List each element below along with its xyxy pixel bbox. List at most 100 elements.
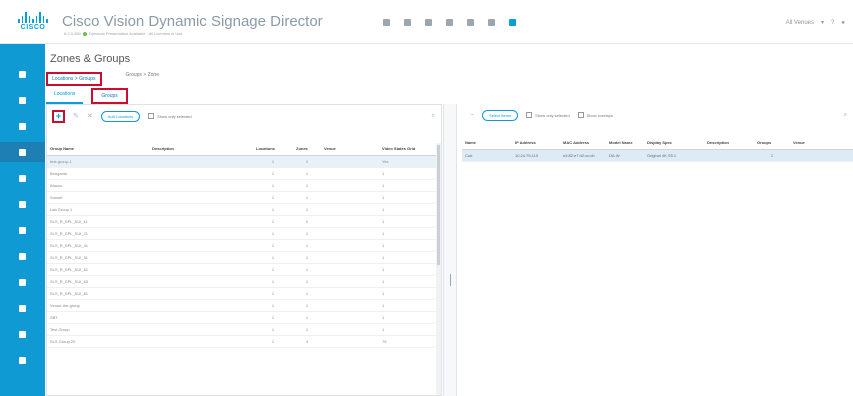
phone-icon bbox=[19, 278, 26, 286]
nav-item-eye[interactable] bbox=[0, 194, 45, 214]
nav-item-calendar[interactable] bbox=[0, 168, 45, 188]
col-locations[interactable]: Locations bbox=[253, 143, 293, 156]
tools-icon[interactable] bbox=[488, 19, 495, 26]
table-cell: 1 bbox=[379, 167, 441, 180]
col-description[interactable]: Description bbox=[149, 143, 253, 156]
search-icon[interactable]: ⌕ bbox=[432, 113, 435, 120]
col-mac-address[interactable]: MAC Address bbox=[560, 137, 606, 150]
table-row[interactable]: SLS_R_SPL_SUI_11 1 2 1 bbox=[47, 215, 441, 228]
col-description[interactable]: Description bbox=[704, 137, 754, 150]
table-cell: e4:82:e7:42:cc:cb bbox=[560, 149, 606, 162]
table-cell: 10.24.75.110 bbox=[512, 149, 560, 162]
table-cell: 1 bbox=[253, 311, 293, 324]
table-row[interactable]: Lab Group 1111 bbox=[47, 203, 441, 216]
col-model-name[interactable]: Model Name bbox=[606, 137, 644, 150]
breadcrumb-locations-groups[interactable]: Locations > Groups bbox=[46, 72, 102, 86]
drag-handle-icon[interactable] bbox=[450, 274, 451, 286]
checkbox-box[interactable] bbox=[526, 112, 533, 118]
col-venue[interactable]: Venue bbox=[321, 143, 379, 156]
table-row[interactable]: SLS Group 20 1 4 79 bbox=[47, 335, 441, 348]
col-name[interactable]: Name bbox=[462, 137, 512, 150]
table-cell: SLS_R_SPL_SUI_51 bbox=[47, 251, 149, 264]
table-cell: Wazoo bbox=[47, 179, 149, 192]
col-groups[interactable]: Groups bbox=[754, 137, 790, 150]
select-items-button[interactable]: Select Items bbox=[482, 109, 519, 121]
apps-icon[interactable] bbox=[446, 19, 453, 26]
add-locations-button[interactable]: Add Locations bbox=[100, 110, 141, 122]
col-video-states[interactable]: Video States Grid bbox=[379, 143, 441, 156]
version-text: 6.2.0-560 bbox=[64, 31, 81, 36]
user-icon[interactable]: ● bbox=[841, 20, 845, 26]
show-selected-checkbox-right[interactable]: Show only selected bbox=[526, 112, 570, 118]
panel-splitter[interactable] bbox=[443, 104, 457, 396]
nav-item-envelope[interactable] bbox=[0, 220, 45, 240]
table-row[interactable]: SLS_R_SPL_SUI_41 1 1 1 bbox=[47, 239, 441, 252]
table-cell bbox=[149, 155, 253, 168]
col-display-spec[interactable]: Display Spec bbox=[644, 137, 704, 150]
chart-icon[interactable] bbox=[467, 19, 474, 26]
table-row[interactable]: test-group-1 1 1 Yes bbox=[47, 155, 441, 168]
col-ip-address[interactable]: IP Address bbox=[512, 137, 560, 150]
table-cell bbox=[321, 191, 379, 204]
scrollbar-thumb[interactable] bbox=[437, 145, 440, 265]
breadcrumb-groups-zone[interactable]: Groups > Zone bbox=[126, 72, 160, 86]
cloud-icon[interactable] bbox=[404, 19, 411, 26]
nav-item-pin[interactable] bbox=[0, 64, 45, 84]
add-group-button[interactable]: + bbox=[52, 109, 65, 123]
table-cell: 1 bbox=[293, 239, 321, 252]
show-selected-checkbox[interactable]: Show only selected bbox=[148, 113, 192, 119]
settings-icon[interactable] bbox=[425, 19, 432, 26]
tab-locations[interactable]: Locations bbox=[46, 88, 84, 104]
table-row[interactable]: Test Group 1 1 1 bbox=[47, 323, 441, 336]
table-row[interactable]: Cub 10.24.75.110 e4:82:e7:42:cc:cb DA·W Orig… bbox=[462, 149, 853, 162]
col-zones[interactable]: Zones bbox=[293, 143, 321, 156]
table-row[interactable]: Wazoo 1 1 1 bbox=[47, 179, 441, 192]
checkbox-box[interactable] bbox=[148, 113, 155, 119]
nav-item-shield[interactable] bbox=[0, 116, 45, 136]
nav-item-phone[interactable] bbox=[0, 272, 45, 292]
cisco-logo: CISCO bbox=[17, 12, 49, 34]
help-icon[interactable]: ? bbox=[831, 20, 834, 26]
chevron-down-icon[interactable]: ▾ bbox=[821, 19, 824, 26]
nav-item-code[interactable] bbox=[0, 298, 45, 318]
nav-item-user[interactable] bbox=[0, 350, 45, 370]
app-subtitle: 6.2.0-560 Dynamic Presentation Available… bbox=[64, 31, 182, 36]
table-cell: 1 bbox=[379, 227, 441, 240]
search-icon[interactable]: ⌕ bbox=[844, 112, 847, 119]
delete-icon[interactable]: ✕ bbox=[87, 112, 93, 120]
show-overlaps-checkbox[interactable]: Show overlaps bbox=[577, 112, 613, 118]
table-row[interactable]: Venue-the-group 1 1 1 bbox=[47, 299, 441, 312]
zones-icon bbox=[19, 148, 26, 156]
book-icon[interactable] bbox=[509, 19, 516, 26]
table-row[interactable]: SLS_R_SPL_SUI_63 1 1 1 bbox=[47, 275, 441, 288]
table-cell bbox=[149, 287, 253, 300]
table-cell: 1 bbox=[293, 167, 321, 180]
table-row[interactable]: Bongania 1 1 1 bbox=[47, 167, 441, 180]
table-row[interactable]: SLS_R_SPL_SUI_61 1 1 1 bbox=[47, 263, 441, 276]
table-cell: Sunset bbox=[47, 191, 149, 204]
table-row[interactable]: SLS_R_SPL_SUI_51 1 1 1 bbox=[47, 251, 441, 264]
table-cell: 1 bbox=[754, 149, 790, 162]
table-row[interactable]: SBT 1 1 1 bbox=[47, 311, 441, 324]
monitor-icon[interactable] bbox=[383, 19, 390, 26]
remove-icon[interactable]: − bbox=[470, 112, 474, 119]
table-cell: 1 bbox=[379, 191, 441, 204]
groups-scrollbar[interactable] bbox=[436, 143, 441, 395]
checkbox-box[interactable] bbox=[577, 112, 584, 118]
table-row[interactable]: Sunset 1 1 1 bbox=[47, 191, 441, 204]
nav-item-script[interactable] bbox=[0, 324, 45, 344]
col-venue[interactable]: Venue bbox=[790, 137, 853, 150]
nav-item-zones[interactable] bbox=[0, 142, 45, 162]
nav-item-target[interactable] bbox=[0, 246, 45, 266]
table-row[interactable]: SLS_R_SPL_SUI_81 1 1 1 bbox=[47, 287, 441, 300]
tab-groups[interactable]: Groups bbox=[91, 88, 128, 104]
table-cell: 1 bbox=[379, 203, 441, 216]
table-cell: Lab Group 1 bbox=[47, 203, 149, 216]
table-row[interactable]: SLS_R_SPL_SUI_21 1 1 1 bbox=[47, 227, 441, 240]
col-group-name[interactable]: Group Name bbox=[47, 143, 149, 156]
nav-item-display[interactable] bbox=[0, 90, 45, 110]
edit-icon[interactable]: ✎ bbox=[73, 112, 79, 120]
groups-toolbar: + ✎ ✕ Add Locations Show only selected bbox=[47, 105, 441, 127]
venue-selector[interactable]: All Venues bbox=[786, 20, 814, 26]
table-cell: 1 bbox=[253, 179, 293, 192]
